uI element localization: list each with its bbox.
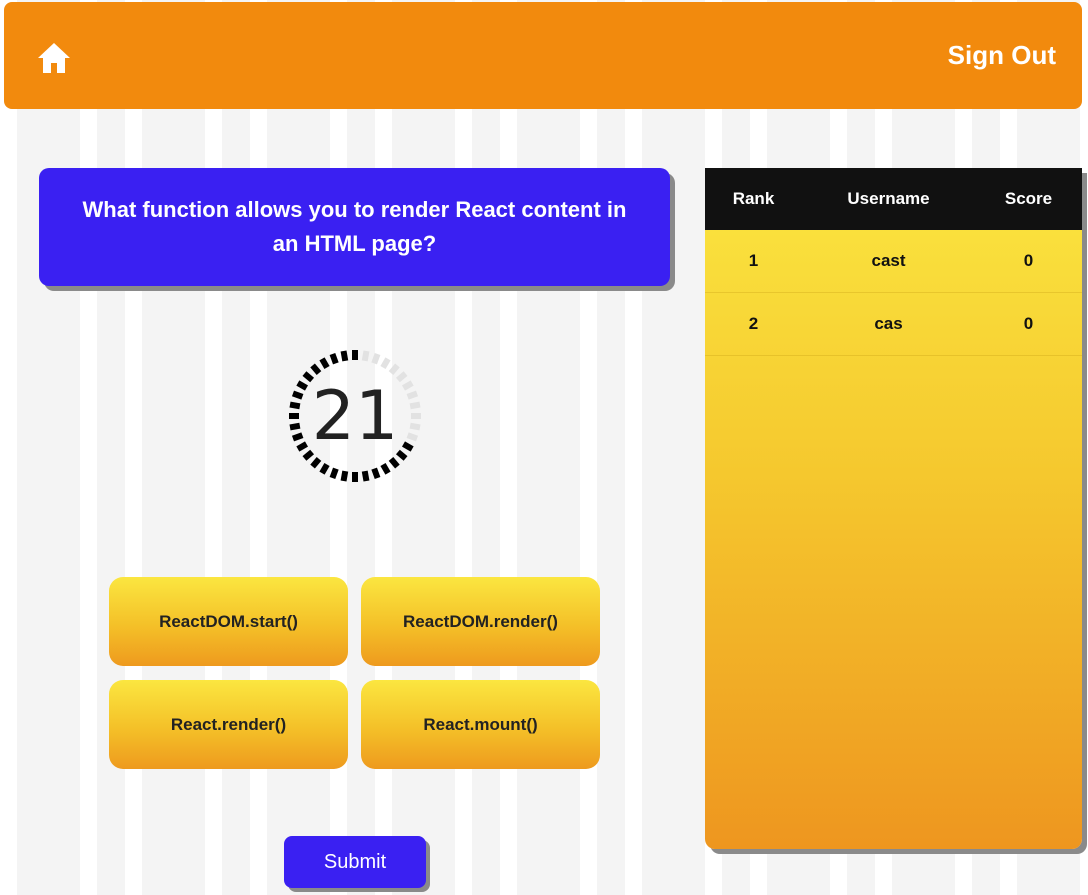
home-icon — [38, 43, 70, 73]
answer-option-3[interactable]: React.render() — [109, 680, 348, 769]
row-rank: 2 — [748, 314, 759, 333]
row-username: cast — [871, 251, 906, 270]
home-button[interactable] — [34, 38, 74, 78]
answer-option-1[interactable]: ReactDOM.start() — [109, 577, 348, 666]
question-card: What function allows you to render React… — [39, 168, 670, 286]
header-username: Username — [847, 189, 930, 208]
top-bar: Sign Out — [4, 2, 1082, 109]
submit-button[interactable]: Submit — [284, 836, 426, 888]
sign-out-button[interactable]: Sign Out — [948, 40, 1056, 71]
countdown-timer: 21 — [285, 346, 425, 486]
timer-value: 21 — [311, 376, 399, 456]
row-username: cas — [874, 314, 903, 333]
leaderboard-row: 1 cast 0 — [705, 230, 1082, 293]
row-rank: 1 — [748, 251, 759, 270]
leaderboard: Rank Username Score 1 cast 0 2 cas 0 — [705, 168, 1082, 849]
answer-option-4[interactable]: React.mount() — [361, 680, 600, 769]
header-rank: Rank — [732, 189, 775, 208]
answer-option-2[interactable]: ReactDOM.render() — [361, 577, 600, 666]
row-score: 0 — [1023, 251, 1034, 270]
header-score: Score — [1004, 189, 1053, 208]
row-score: 0 — [1023, 314, 1034, 333]
leaderboard-row: 2 cas 0 — [705, 293, 1082, 356]
leaderboard-header: Rank Username Score — [705, 168, 1082, 230]
question-text: What function allows you to render React… — [82, 197, 627, 256]
